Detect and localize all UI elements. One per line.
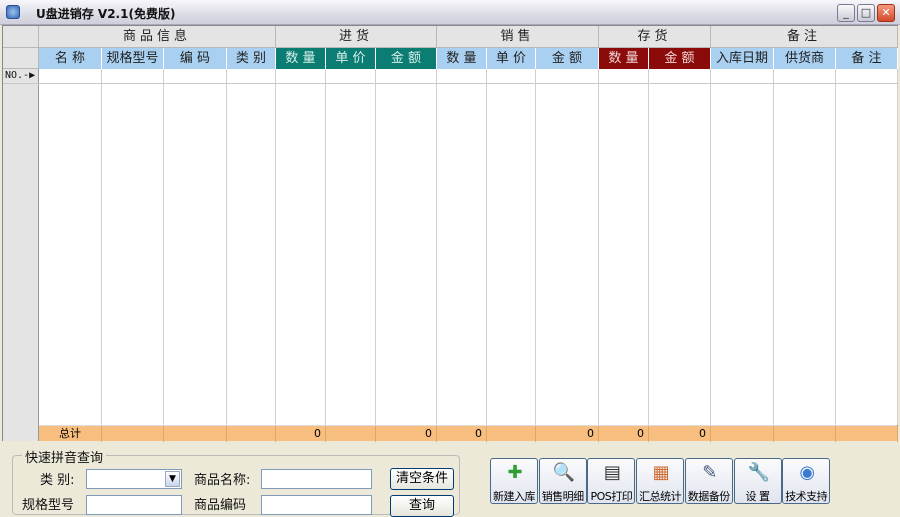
total-row: 总计 0 0 0 0 0 0 bbox=[39, 425, 898, 442]
toolbar-button-label: 数据备份 bbox=[687, 490, 731, 503]
toolbar-button[interactable]: ▦ 汇总统计 bbox=[636, 458, 685, 504]
group-header-product: 商品信息 bbox=[39, 26, 276, 48]
row-header-column bbox=[3, 26, 39, 441]
total-cell bbox=[102, 426, 164, 442]
current-row-indicator: NO.-▶ bbox=[5, 70, 36, 81]
total-cell bbox=[711, 426, 774, 442]
column-header[interactable]: 金 额 bbox=[376, 48, 437, 69]
total-cell bbox=[774, 426, 836, 442]
column-header[interactable]: 规格型号 bbox=[102, 48, 164, 69]
column-divider bbox=[325, 69, 326, 425]
globe-icon: ◉ bbox=[799, 462, 816, 483]
toolbar-button-label: 汇总统计 bbox=[639, 490, 682, 503]
column-divider bbox=[101, 69, 102, 425]
spec-input[interactable] bbox=[86, 495, 182, 515]
column-divider bbox=[486, 69, 487, 425]
app-icon bbox=[6, 5, 20, 19]
group-header-purchase: 进货 bbox=[276, 26, 437, 48]
toolbar-button-label: POS打印 bbox=[590, 490, 633, 503]
group-header-sales: 销售 bbox=[437, 26, 599, 48]
toolbar-button-label: 技术支持 bbox=[785, 490, 828, 503]
column-divider bbox=[710, 69, 711, 425]
minimize-button[interactable]: _ bbox=[837, 4, 855, 22]
plus-icon: ✚ bbox=[507, 462, 523, 483]
column-header[interactable]: 数 量 bbox=[599, 48, 649, 69]
column-divider bbox=[648, 69, 649, 425]
column-header[interactable]: 备 注 bbox=[836, 48, 898, 69]
toolbar-button[interactable]: ✎ 数据备份 bbox=[684, 458, 733, 504]
category-select[interactable]: ▼ bbox=[86, 469, 182, 489]
column-header[interactable]: 名 称 bbox=[39, 48, 102, 69]
column-divider bbox=[897, 69, 898, 425]
column-divider bbox=[163, 69, 164, 425]
column-divider bbox=[535, 69, 536, 425]
title-bar: U盘进销存 V2.1(免费版) _ □ ✕ bbox=[0, 0, 900, 25]
total-cell: 0 bbox=[276, 426, 326, 442]
total-cell: 0 bbox=[376, 426, 437, 442]
column-divider bbox=[598, 69, 599, 425]
magnifier-icon: 🔍 bbox=[552, 462, 576, 483]
wrench-icon: 🔧 bbox=[747, 462, 770, 483]
column-divider bbox=[835, 69, 836, 425]
column-header[interactable]: 供货商 bbox=[774, 48, 836, 69]
data-grid[interactable]: 商品信息 进货 销售 存货 备注 名 称规格型号编 码类 别数 量单 价金 额数… bbox=[2, 25, 898, 442]
toolbar-button[interactable]: ◉ 技术支持 bbox=[782, 458, 831, 504]
printer-icon: ▤ bbox=[603, 462, 621, 483]
close-button[interactable]: ✕ bbox=[877, 4, 895, 22]
column-divider bbox=[226, 69, 227, 425]
total-label: 总计 bbox=[39, 426, 102, 442]
row-separator bbox=[3, 83, 897, 84]
column-header[interactable]: 入库日期 bbox=[711, 48, 774, 69]
column-header[interactable]: 金 额 bbox=[536, 48, 599, 69]
column-divider bbox=[436, 69, 437, 425]
group-header-notes: 备注 bbox=[711, 26, 898, 48]
product-name-input[interactable] bbox=[261, 469, 372, 489]
column-header[interactable]: 单 价 bbox=[487, 48, 536, 69]
total-cell bbox=[227, 426, 276, 442]
total-cell bbox=[164, 426, 227, 442]
clear-conditions-button[interactable]: 清空条件 bbox=[390, 468, 454, 490]
total-cell bbox=[487, 426, 536, 442]
toolbar-button-label: 销售明细 bbox=[541, 490, 585, 503]
total-cell bbox=[836, 426, 898, 442]
chevron-down-icon[interactable]: ▼ bbox=[165, 471, 180, 487]
total-cell: 0 bbox=[536, 426, 599, 442]
total-cell: 0 bbox=[649, 426, 711, 442]
total-cell: 0 bbox=[599, 426, 649, 442]
toolbar-button[interactable]: ✚ 新建入库 bbox=[490, 458, 538, 504]
total-cell: 0 bbox=[437, 426, 487, 442]
column-header[interactable]: 数 量 bbox=[276, 48, 326, 69]
column-header[interactable]: 数 量 bbox=[437, 48, 487, 69]
column-divider bbox=[275, 69, 276, 425]
column-header[interactable]: 单 价 bbox=[326, 48, 376, 69]
query-button[interactable]: 查询 bbox=[390, 495, 454, 517]
group-header-stock: 存货 bbox=[599, 26, 711, 48]
toolbar-button[interactable]: 🔧 设 置 bbox=[733, 458, 782, 504]
maximize-button[interactable]: □ bbox=[857, 4, 875, 22]
code-input[interactable] bbox=[261, 495, 372, 515]
total-cell bbox=[326, 426, 376, 442]
floppy-icon: ✎ bbox=[702, 462, 718, 483]
column-header[interactable]: 类 别 bbox=[227, 48, 276, 69]
category-label: 类 别: bbox=[40, 473, 75, 488]
product-name-label: 商品名称: bbox=[194, 473, 251, 488]
column-header[interactable]: 编 码 bbox=[164, 48, 227, 69]
column-header[interactable]: 金 额 bbox=[649, 48, 711, 69]
window-title: U盘进销存 V2.1(免费版) bbox=[36, 7, 176, 21]
corner-header bbox=[3, 26, 39, 48]
corner-header-2 bbox=[3, 48, 39, 69]
column-divider bbox=[773, 69, 774, 425]
toolbar-button[interactable]: 🔍 销售明细 bbox=[538, 458, 587, 504]
column-divider bbox=[375, 69, 376, 425]
search-legend: 快速拼音查询 bbox=[22, 447, 107, 466]
toolbar-button-label: 设 置 bbox=[745, 490, 771, 503]
code-label: 商品编码 bbox=[194, 498, 247, 513]
toolbar-button[interactable]: ▤ POS打印 bbox=[587, 458, 636, 504]
calendar-icon: ▦ bbox=[652, 462, 670, 483]
spec-label: 规格型号 bbox=[22, 498, 75, 513]
toolbar-button-label: 新建入库 bbox=[493, 490, 536, 503]
